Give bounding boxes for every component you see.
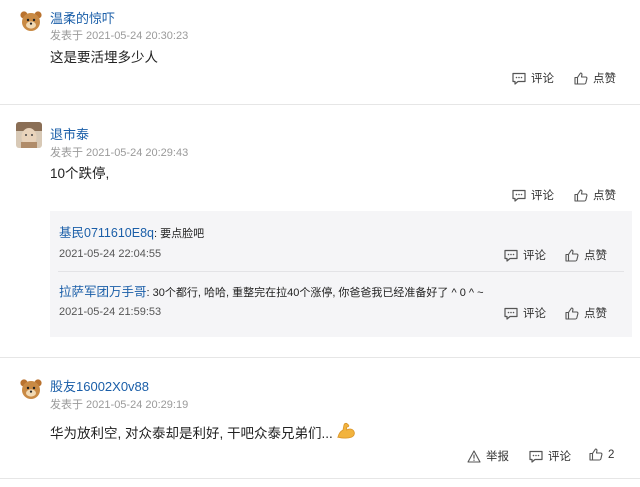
like-count: 2 <box>608 448 615 461</box>
report-label: 举报 <box>486 451 509 463</box>
thumbs-up-icon <box>589 448 603 461</box>
reply-label: 评论 <box>523 308 546 320</box>
comment-text: 这是要活埋多少人 <box>50 50 158 65</box>
reply-username[interactable]: 拉萨军团万手哥 <box>59 285 147 299</box>
like-button[interactable]: 点赞 <box>574 187 616 203</box>
thumbs-up-icon <box>565 306 579 320</box>
comment-icon <box>504 307 518 320</box>
comment-timestamp: 发表于 2021-05-24 20:29:43 <box>50 147 189 159</box>
like-label: 点赞 <box>584 250 607 262</box>
reply-label: 评论 <box>523 250 546 262</box>
avatar[interactable] <box>18 8 44 34</box>
comment-text: 10个跌停, <box>50 166 110 181</box>
like-label: 点赞 <box>593 190 616 202</box>
thumbs-up-icon <box>574 188 588 202</box>
reply-text: : 30个都行, 哈哈, 重整完在拉40个涨停, 你爸爸我已经准备好了 ^ 0 … <box>146 287 484 299</box>
comment-icon <box>512 189 526 202</box>
reply-item: 基民0711610E8q: 要点脸吧 <box>59 222 204 242</box>
reply-divider <box>58 271 624 272</box>
reply-text: : 要点脸吧 <box>153 228 205 240</box>
reply-timestamp: 2021-05-24 22:04:55 <box>59 248 162 260</box>
comment-icon <box>512 72 526 85</box>
comment-username[interactable]: 温柔的惊吓 <box>50 8 115 27</box>
comment-timestamp: 发表于 2021-05-24 20:29:19 <box>50 399 189 411</box>
comment-divider <box>0 357 640 358</box>
reply-label: 评论 <box>531 73 554 85</box>
avatar[interactable] <box>18 376 44 402</box>
reply-label: 评论 <box>531 190 554 202</box>
flexed-biceps-emoji <box>335 420 357 443</box>
reply-timestamp: 2021-05-24 21:59:53 <box>59 306 162 318</box>
reply-button[interactable]: 评论 <box>512 187 554 203</box>
like-label: 点赞 <box>593 73 616 85</box>
comment-username[interactable]: 退市泰 <box>50 124 89 143</box>
like-button[interactable]: 点赞 <box>574 70 616 86</box>
like-label: 点赞 <box>584 308 607 320</box>
reply-item: 拉萨军团万手哥: 30个都行, 哈哈, 重整完在拉40个涨停, 你爸爸我已经准备… <box>59 281 484 301</box>
warning-icon <box>467 449 481 463</box>
reply-like-button[interactable]: 点赞 <box>565 305 607 321</box>
reply-label: 评论 <box>548 451 571 463</box>
comment-icon <box>504 249 518 262</box>
reply-username[interactable]: 基民0711610E8q <box>59 226 154 240</box>
like-button[interactable]: 2 <box>589 448 614 461</box>
comment-text-content: 华为放利空, 对众泰却是利好, 干吧众泰兄弟们... <box>50 425 333 441</box>
comment-timestamp: 发表于 2021-05-24 20:30:23 <box>50 30 189 42</box>
comment-divider <box>0 104 640 105</box>
comment-username[interactable]: 股友16002X0v88 <box>50 376 149 395</box>
comment-divider <box>0 478 640 479</box>
reply-button[interactable]: 评论 <box>529 448 571 464</box>
reply-reply-button[interactable]: 评论 <box>504 305 546 321</box>
reply-like-button[interactable]: 点赞 <box>565 247 607 263</box>
reply-list: 基民0711610E8q: 要点脸吧 2021-05-24 22:04:55 评… <box>50 211 632 337</box>
report-button[interactable]: 举报 <box>467 448 509 464</box>
avatar[interactable] <box>16 122 42 148</box>
thumbs-up-icon <box>574 71 588 85</box>
reply-reply-button[interactable]: 评论 <box>504 247 546 263</box>
comment-icon <box>529 450 543 463</box>
comment-text: 华为放利空, 对众泰却是利好, 干吧众泰兄弟们... <box>50 420 357 443</box>
thumbs-up-icon <box>565 248 579 262</box>
reply-button[interactable]: 评论 <box>512 70 554 86</box>
